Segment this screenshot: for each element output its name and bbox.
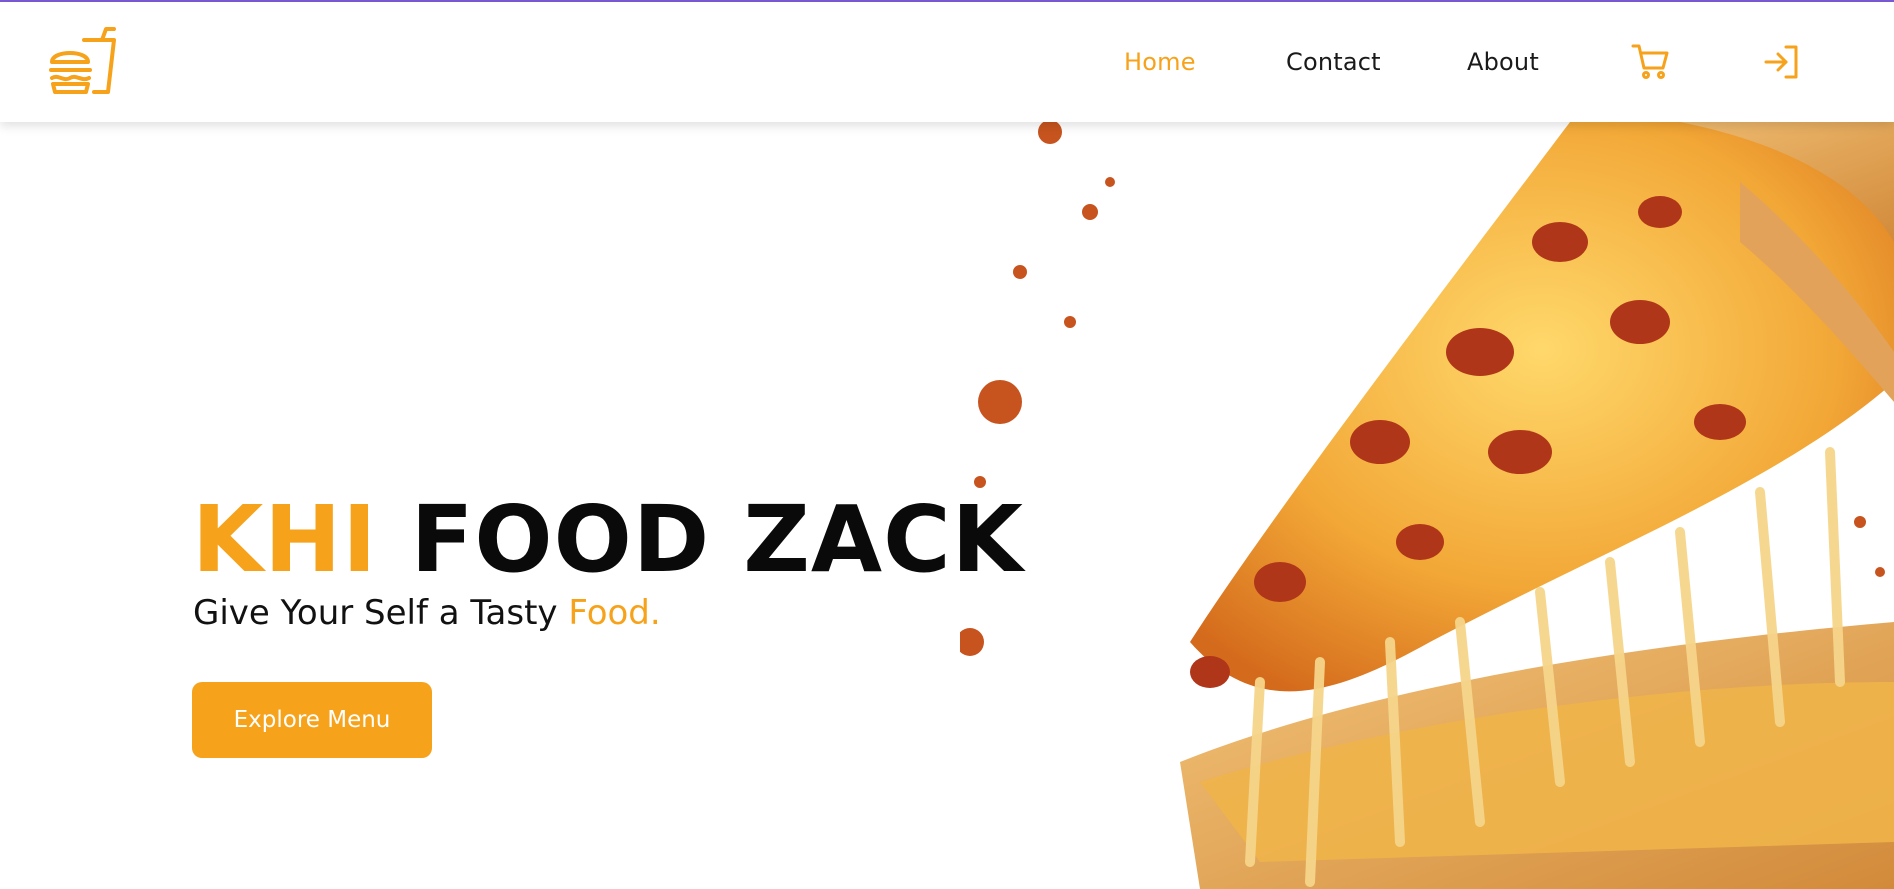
hero-subtitle: Give Your Self a Tasty Food.	[193, 592, 661, 634]
hero-title-rest: FOOD ZACK	[410, 486, 1024, 593]
cart-icon[interactable]	[1630, 42, 1670, 82]
hero-subtitle-text: Give Your Self a Tasty	[193, 593, 558, 633]
burger-drink-icon[interactable]	[48, 26, 120, 98]
hero-title-accent: KHI	[192, 486, 378, 593]
explore-menu-button[interactable]: Explore Menu	[192, 682, 432, 758]
navbar: Home Contact About	[0, 2, 1894, 122]
login-icon[interactable]	[1762, 42, 1802, 82]
nav-link-about[interactable]: About	[1467, 48, 1539, 76]
pizza-slice-image	[960, 122, 1894, 889]
nav-link-home[interactable]: Home	[1124, 48, 1196, 76]
nav-link-contact[interactable]: Contact	[1286, 48, 1381, 76]
hero-subtitle-accent: Food.	[568, 593, 661, 633]
hero-title: KHI FOOD ZACK	[192, 490, 1024, 590]
